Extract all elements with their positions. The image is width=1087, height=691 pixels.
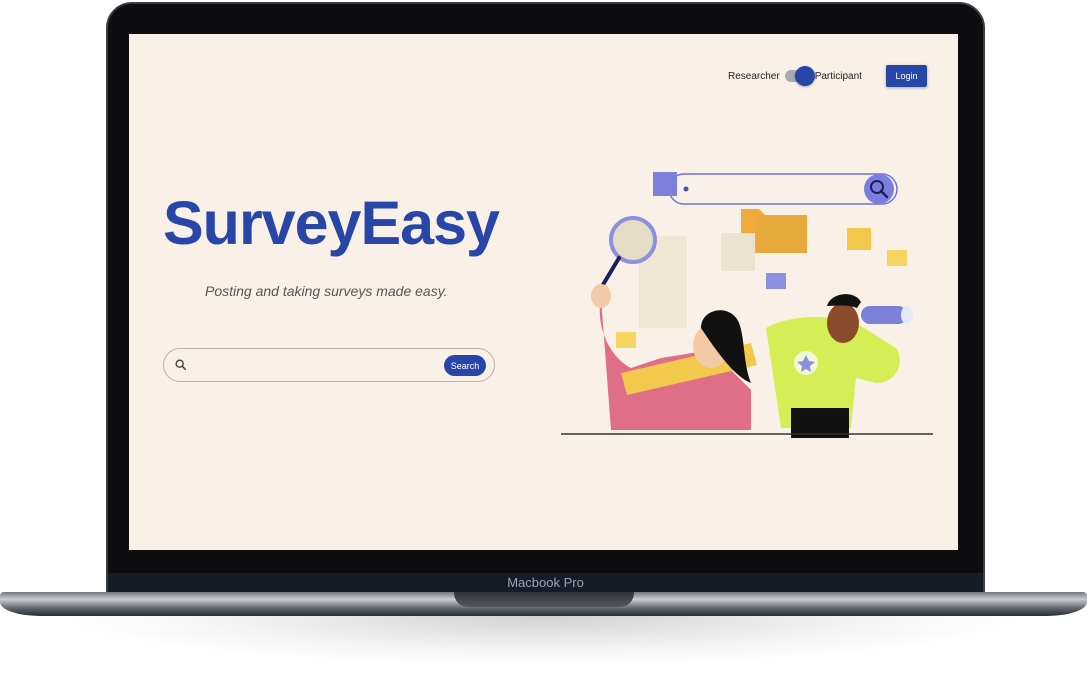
survey-illustration — [561, 172, 933, 438]
search-input[interactable] — [194, 355, 444, 375]
login-button[interactable]: Login — [886, 65, 927, 87]
search-button[interactable]: Search — [444, 355, 486, 376]
laptop-notch — [454, 592, 634, 607]
toggle-label-researcher: Researcher — [728, 70, 780, 82]
app-screen: Researcher Participant Login SurveyEasy … — [129, 34, 958, 550]
device-shadow — [60, 616, 1027, 666]
tagline: Posting and taking surveys made easy. — [205, 283, 448, 299]
device-model-label: Macbook Pro — [507, 575, 584, 590]
toggle-thumb — [794, 66, 815, 86]
toggle-switch[interactable] — [784, 66, 815, 86]
brand-title: SurveyEasy — [163, 189, 500, 257]
role-toggle[interactable]: Researcher Participant — [728, 66, 862, 86]
search-icon — [175, 359, 187, 371]
search-bar: Search — [163, 348, 495, 382]
toggle-label-participant: Participant — [814, 70, 862, 82]
